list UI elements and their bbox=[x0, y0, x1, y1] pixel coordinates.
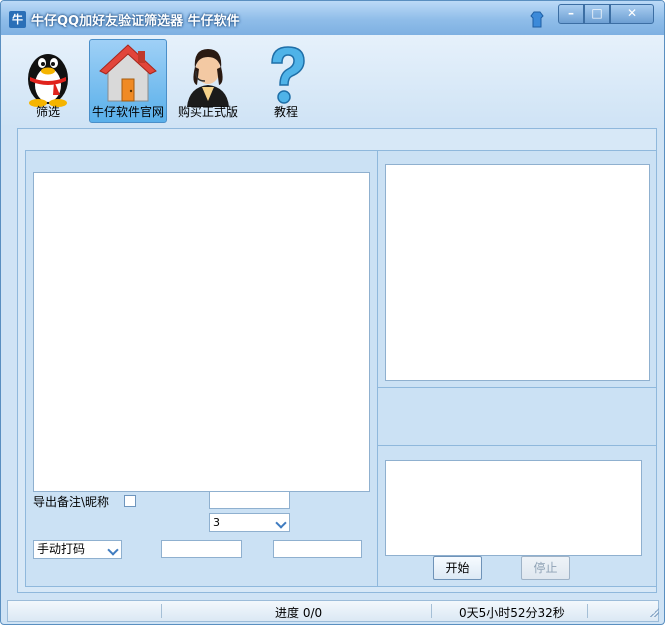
count-dropdown[interactable]: 3 bbox=[209, 513, 290, 532]
status-separator bbox=[587, 604, 588, 618]
help-question-icon bbox=[271, 46, 305, 104]
chevron-down-icon bbox=[275, 517, 287, 529]
result-list-box[interactable] bbox=[385, 164, 650, 381]
progress-status: 进度 0/0 bbox=[275, 606, 323, 620]
tool-official-site-label: 牛仔软件官网 bbox=[91, 105, 164, 119]
close-button[interactable]: ✕ bbox=[610, 4, 654, 24]
title-bar[interactable]: 牛 牛仔QQ加好友验证筛选器 牛仔软件 – □ ✕ bbox=[1, 1, 664, 35]
window-title: 牛仔QQ加好友验证筛选器 牛仔软件 bbox=[31, 14, 240, 29]
maximize-button[interactable]: □ bbox=[584, 4, 610, 24]
minimize-button[interactable]: – bbox=[558, 4, 584, 24]
account-field[interactable] bbox=[161, 540, 242, 558]
customer-service-icon bbox=[187, 49, 229, 107]
toolbar: 筛选 牛仔软件官网 购买正式版 教程 bbox=[1, 35, 664, 127]
app-window: 牛 牛仔QQ加好友验证筛选器 牛仔软件 – □ ✕ 筛选 牛仔软件官网 购买正式… bbox=[0, 0, 665, 625]
captcha-mode-dropdown[interactable]: 手动打码 bbox=[33, 540, 122, 559]
stop-button[interactable]: 停止 bbox=[521, 556, 570, 580]
home-icon bbox=[99, 44, 157, 102]
captcha-mode-value: 手动打码 bbox=[37, 542, 86, 556]
tool-buy-label: 购买正式版 bbox=[177, 105, 238, 119]
count-dropdown-value: 3 bbox=[213, 516, 220, 529]
chevron-down-icon bbox=[107, 544, 119, 556]
tool-tutorial[interactable]: 教程 bbox=[257, 39, 315, 123]
export-remark-label: 导出备注\昵称 bbox=[33, 495, 110, 509]
tool-filter-label: 筛选 bbox=[35, 105, 60, 119]
elapsed-time-status: 0天5小时52分32秒 bbox=[459, 606, 565, 620]
skin-shirt-icon[interactable] bbox=[530, 11, 544, 28]
status-separator bbox=[431, 604, 432, 618]
resize-grip-icon[interactable] bbox=[649, 607, 659, 617]
password-field[interactable] bbox=[273, 540, 362, 558]
app-icon: 牛 bbox=[9, 11, 26, 28]
log-box[interactable] bbox=[385, 460, 642, 556]
status-separator bbox=[161, 604, 162, 618]
top-text-field[interactable] bbox=[209, 491, 290, 509]
tool-official-site[interactable]: 牛仔软件官网 bbox=[89, 39, 167, 123]
qq-penguin-icon bbox=[28, 54, 68, 107]
maximize-icon: □ bbox=[591, 6, 603, 20]
tool-filter[interactable]: 筛选 bbox=[15, 39, 81, 123]
tool-tutorial-label: 教程 bbox=[273, 105, 298, 119]
export-remark-checkbox[interactable] bbox=[124, 495, 136, 507]
tool-buy[interactable]: 购买正式版 bbox=[171, 39, 245, 123]
close-icon: ✕ bbox=[626, 6, 638, 20]
minimize-icon: – bbox=[568, 6, 574, 20]
account-list-box[interactable] bbox=[33, 172, 370, 492]
start-button[interactable]: 开始 bbox=[433, 556, 482, 580]
